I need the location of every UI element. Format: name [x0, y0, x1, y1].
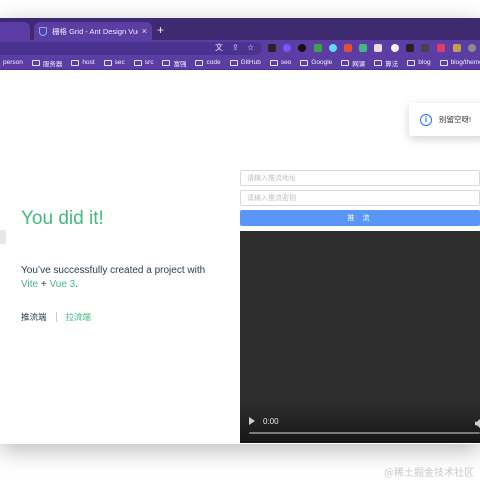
route-nav: 推流端 拉流端 [21, 311, 91, 323]
tab-close-button[interactable]: × [142, 26, 147, 36]
folder-icon [71, 59, 80, 66]
bookmark-label: code [206, 59, 221, 66]
extension-icon[interactable] [406, 44, 414, 52]
bookmark-item[interactable]: 网课 [341, 58, 365, 68]
video-progress-bar[interactable] [249, 432, 480, 434]
bookmark-label: host [82, 59, 95, 66]
bookmark-item[interactable]: 服务器 [31, 58, 63, 68]
active-tab[interactable]: 栅格 Grid - Ant Design Vue × [34, 22, 152, 40]
extension-icon[interactable] [453, 44, 461, 52]
bookmark-label: seo [280, 59, 292, 66]
share-icon[interactable]: ⇪ [232, 43, 239, 53]
vite-link[interactable]: Vite [21, 279, 38, 290]
bookmark-item[interactable]: Google [300, 59, 332, 66]
bookmark-label: blog [418, 59, 431, 66]
previous-tab[interactable] [0, 22, 30, 40]
bookmark-label: src [144, 59, 154, 66]
bookmark-label: GitHub [240, 59, 261, 66]
stream-address-input[interactable] [240, 170, 480, 186]
react-devtools-icon[interactable] [329, 44, 337, 52]
push-stream-button[interactable]: 推 流 [240, 210, 480, 226]
folder-icon [269, 59, 278, 66]
pull-stream-link[interactable]: 拉流端 [66, 311, 92, 323]
folder-icon [374, 59, 383, 66]
extension-icon[interactable] [283, 44, 291, 52]
extension-icon[interactable] [298, 44, 306, 52]
push-stream-link[interactable]: 推流端 [21, 311, 47, 323]
folder-icon [103, 59, 112, 66]
bookmark-item[interactable]: blog/theme [439, 59, 480, 66]
extension-icon[interactable] [421, 44, 429, 52]
bookmark-label: sec [114, 59, 125, 66]
folder-icon [407, 59, 416, 66]
bookmark-label: Google [311, 59, 333, 66]
vue-devtools-icon[interactable] [359, 44, 367, 52]
video-controls: 0:00 [240, 403, 480, 443]
profile-avatar[interactable] [468, 44, 476, 52]
video-player[interactable]: 0:00 [240, 231, 480, 443]
bookmarks-bar: person 服务器 host sec src 富强 code GitHub seo Google… [0, 56, 480, 70]
shield-icon [39, 26, 47, 36]
stream-key-input[interactable] [240, 190, 480, 206]
tab-title: 栅格 Grid - Ant Design Vue [52, 26, 138, 36]
extension-icon[interactable] [391, 44, 399, 52]
bookmark-item[interactable]: person [3, 59, 23, 66]
bookmark-item[interactable]: 算法 [374, 58, 398, 68]
video-time: 0:00 [263, 417, 279, 426]
bookmark-item[interactable]: sec [103, 59, 125, 66]
bookmark-star-icon[interactable]: ☆ [247, 43, 254, 53]
page-edge-strip [0, 230, 6, 244]
browser-window: 栅格 Grid - Ant Design Vue × + 文 ⇪ ☆ perso… [0, 18, 480, 444]
hero-description: You’ve successfully created a project wi… [21, 265, 206, 290]
folder-icon [162, 59, 171, 66]
translate-icon[interactable]: 文 [215, 43, 223, 53]
bookmark-item[interactable]: src [133, 59, 154, 66]
extension-icon[interactable] [268, 44, 276, 52]
tab-strip: 栅格 Grid - Ant Design Vue × + [0, 18, 480, 40]
folder-icon [133, 59, 142, 66]
folder-icon [31, 59, 40, 66]
play-icon[interactable] [249, 417, 255, 425]
bookmark-item[interactable]: host [71, 59, 95, 66]
bookmark-item[interactable]: GitHub [229, 59, 261, 66]
nav-divider [55, 312, 57, 322]
bookmark-label: 网课 [352, 60, 366, 68]
new-tab-button[interactable]: + [157, 23, 164, 37]
folder-icon [195, 59, 204, 66]
info-icon: i [420, 113, 432, 126]
toast-message: 别留空呀! [439, 115, 472, 124]
extension-icon[interactable] [314, 44, 322, 52]
message-toast: i 别留空呀! [409, 103, 480, 136]
extension-icon[interactable] [344, 44, 352, 52]
bookmark-label: 服务器 [42, 60, 63, 68]
extension-icon[interactable] [374, 44, 382, 52]
folder-icon [439, 59, 448, 66]
folder-icon [229, 59, 238, 66]
bookmark-label: person [3, 59, 23, 66]
hero-title: You did it! [21, 208, 104, 229]
volume-icon[interactable] [475, 419, 480, 428]
bookmark-item[interactable]: 富强 [162, 58, 186, 68]
vue-link[interactable]: Vue 3 [49, 279, 75, 290]
extension-icon[interactable] [437, 44, 445, 52]
folder-icon [300, 59, 309, 66]
browser-toolbar: 文 ⇪ ☆ [0, 40, 480, 56]
bookmark-item[interactable]: seo [269, 59, 292, 66]
push-form: 推 流 [240, 170, 480, 226]
bookmark-item[interactable]: code [195, 59, 221, 66]
bookmark-label: 算法 [385, 60, 399, 68]
bookmark-label: blog/theme [450, 59, 480, 66]
bookmark-label: 富强 [173, 60, 187, 68]
folder-icon [341, 59, 350, 66]
watermark: @稀土掘金技术社区 [384, 468, 474, 479]
bookmark-item[interactable]: blog [407, 59, 431, 66]
page-content: You did it! You’ve successfully created … [0, 71, 480, 444]
